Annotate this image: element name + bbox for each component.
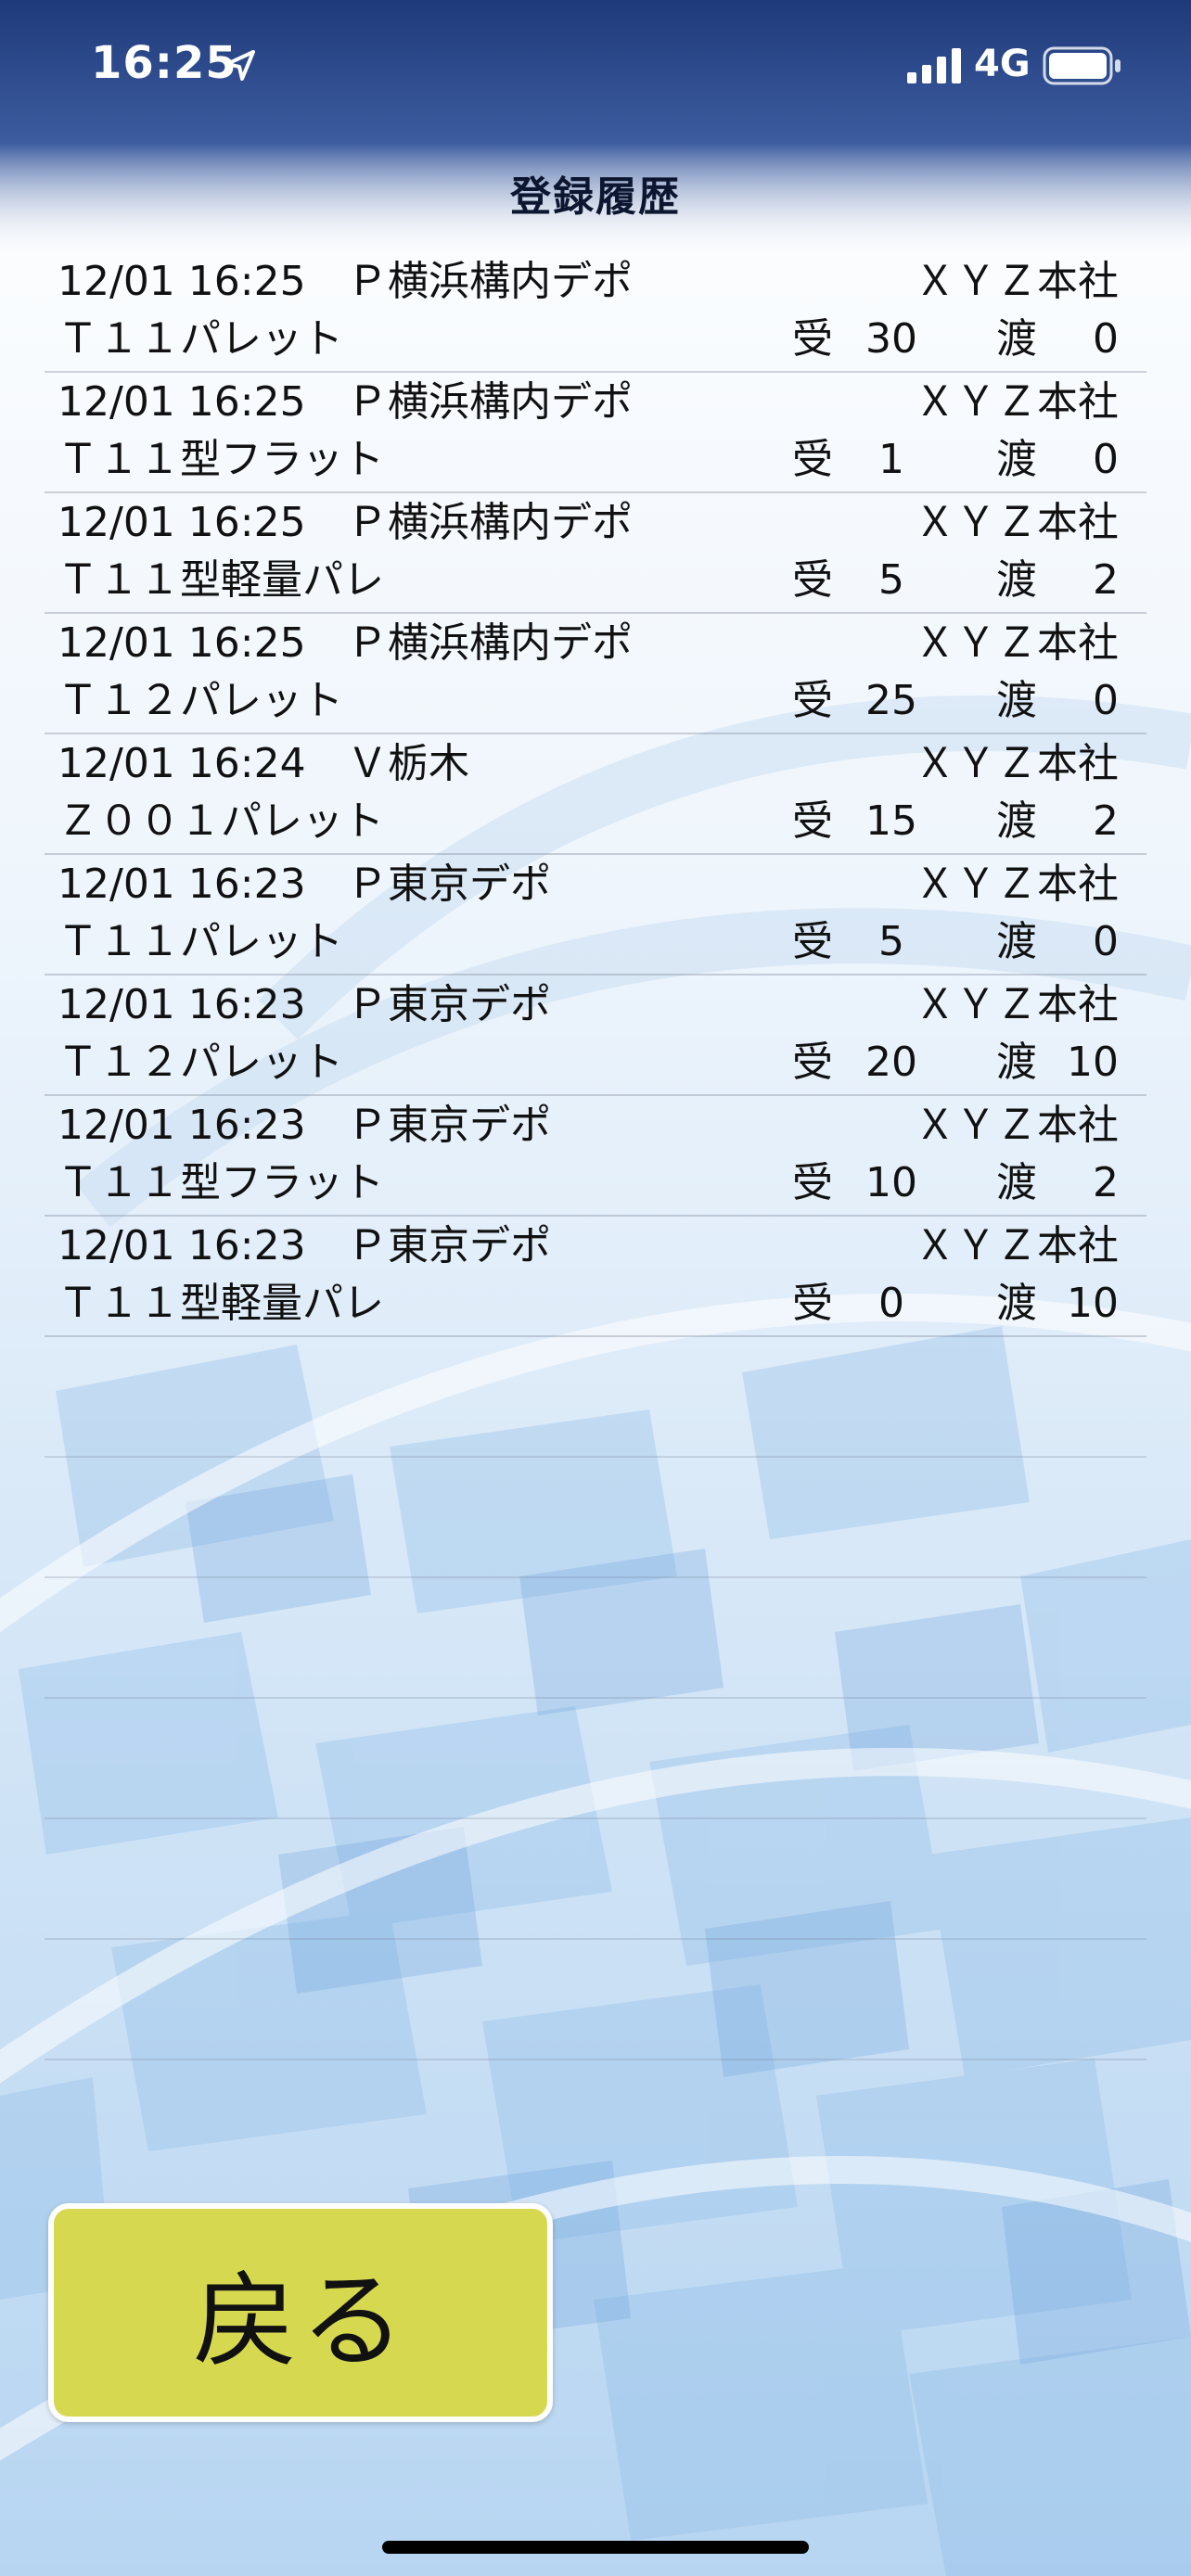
entry-item: Ｔ１１型フラット bbox=[58, 1159, 384, 1206]
entry-destination: ＸＹＺ本社 bbox=[915, 1222, 1119, 1269]
entry-time: 12/01 16:25 bbox=[58, 258, 306, 305]
delivered-quantity: 2 bbox=[1093, 556, 1119, 604]
entry-time: 12/01 16:23 bbox=[58, 1222, 306, 1269]
delivered-quantity: 10 bbox=[1067, 1039, 1119, 1086]
receive-label: 受 bbox=[792, 1039, 833, 1086]
receive-label: 受 bbox=[792, 677, 833, 724]
received-quantity: 30 bbox=[865, 315, 917, 363]
entry-destination: ＸＹＺ本社 bbox=[915, 619, 1119, 667]
entry-time: 12/01 16:23 bbox=[58, 981, 306, 1028]
entry-time: 12/01 16:25 bbox=[58, 378, 306, 426]
received-quantity: 5 bbox=[878, 556, 904, 604]
received-quantity: 1 bbox=[878, 436, 904, 483]
empty-row bbox=[45, 1819, 1146, 1940]
entry-time: 12/01 16:25 bbox=[58, 499, 306, 546]
received-quantity: 25 bbox=[865, 677, 917, 724]
entry-source: Ｖ栃木 bbox=[347, 740, 469, 787]
entry-source: Ｐ横浜構内デポ bbox=[347, 619, 633, 667]
entry-destination: ＸＹＺ本社 bbox=[915, 861, 1119, 908]
status-bar: 16:25 4G bbox=[0, 0, 1191, 139]
receive-label: 受 bbox=[792, 1159, 833, 1206]
entry-item: Ｔ１１型フラット bbox=[58, 436, 384, 483]
delivered-quantity: 0 bbox=[1093, 436, 1119, 483]
entry-source: Ｐ東京デポ bbox=[347, 861, 551, 908]
list-item: 12/01 16:24 Ｖ栃木 ＸＹＺ本社 Ｚ００１パレット 受 15 渡 2 bbox=[45, 734, 1146, 855]
entry-destination: ＸＹＺ本社 bbox=[915, 1102, 1119, 1149]
receive-label: 受 bbox=[792, 1280, 833, 1327]
receive-label: 受 bbox=[792, 436, 833, 483]
received-quantity: 15 bbox=[865, 797, 917, 845]
entry-item: Ｚ００１パレット bbox=[58, 797, 384, 845]
empty-row bbox=[45, 1458, 1146, 1578]
entry-destination: ＸＹＺ本社 bbox=[915, 258, 1119, 305]
entry-time: 12/01 16:23 bbox=[58, 1102, 306, 1149]
entry-destination: ＸＹＺ本社 bbox=[915, 499, 1119, 546]
list-item: 12/01 16:23 Ｐ東京デポ ＸＹＺ本社 Ｔ１２パレット 受 20 渡 1… bbox=[45, 976, 1146, 1096]
entry-source: Ｐ東京デポ bbox=[347, 1102, 551, 1149]
delivered-quantity: 0 bbox=[1093, 677, 1119, 724]
list-item: 12/01 16:25 Ｐ横浜構内デポ ＸＹＺ本社 Ｔ１１パレット 受 30 渡… bbox=[45, 252, 1146, 373]
delivered-quantity: 0 bbox=[1093, 315, 1119, 363]
entry-source: Ｐ横浜構内デポ bbox=[347, 499, 633, 546]
empty-row bbox=[45, 1578, 1146, 1699]
entry-source: Ｐ東京デポ bbox=[347, 981, 551, 1028]
network-label: 4G bbox=[974, 43, 1031, 85]
empty-row bbox=[45, 1337, 1146, 1458]
receive-label: 受 bbox=[792, 556, 833, 604]
location-arrow-icon bbox=[225, 50, 255, 81]
delivered-quantity: 0 bbox=[1093, 918, 1119, 965]
back-button-label: 戻る bbox=[193, 2262, 408, 2382]
received-quantity: 20 bbox=[865, 1039, 917, 1086]
received-quantity: 10 bbox=[865, 1159, 917, 1206]
entry-item: Ｔ１１型軽量パレ bbox=[58, 1280, 384, 1327]
entry-destination: ＸＹＺ本社 bbox=[915, 378, 1119, 426]
delivered-quantity: 2 bbox=[1093, 1159, 1119, 1206]
entry-destination: ＸＹＺ本社 bbox=[915, 740, 1119, 787]
received-quantity: 0 bbox=[878, 1280, 904, 1327]
list-item: 12/01 16:23 Ｐ東京デポ ＸＹＺ本社 Ｔ１１パレット 受 5 渡 0 bbox=[45, 855, 1146, 976]
entry-destination: ＸＹＺ本社 bbox=[915, 981, 1119, 1028]
history-list: 12/01 16:25 Ｐ横浜構内デポ ＸＹＺ本社 Ｔ１１パレット 受 30 渡… bbox=[45, 252, 1146, 2060]
back-button[interactable]: 戻る bbox=[48, 2203, 553, 2422]
entry-item: Ｔ１１パレット bbox=[58, 315, 343, 363]
entry-item: Ｔ１１型軽量パレ bbox=[58, 556, 384, 604]
signal-icon bbox=[907, 48, 961, 83]
receive-label: 受 bbox=[792, 797, 833, 845]
list-item: 12/01 16:25 Ｐ横浜構内デポ ＸＹＺ本社 Ｔ１２パレット 受 25 渡… bbox=[45, 614, 1146, 734]
receive-label: 受 bbox=[792, 315, 833, 363]
list-item: 12/01 16:25 Ｐ横浜構内デポ ＸＹＺ本社 Ｔ１１型フラット 受 1 渡… bbox=[45, 373, 1146, 493]
empty-row bbox=[45, 1940, 1146, 2060]
entry-source: Ｐ横浜構内デポ bbox=[347, 258, 633, 305]
entry-time: 12/01 16:25 bbox=[58, 619, 306, 667]
page-title: 登録履歴 bbox=[510, 173, 681, 221]
delivered-quantity: 2 bbox=[1093, 797, 1119, 845]
entry-item: Ｔ１１パレット bbox=[58, 918, 343, 965]
list-item: 12/01 16:23 Ｐ東京デポ ＸＹＺ本社 Ｔ１１型軽量パレ 受 0 渡 1… bbox=[45, 1217, 1146, 1337]
list-item: 12/01 16:25 Ｐ横浜構内デポ ＸＹＺ本社 Ｔ１１型軽量パレ 受 5 渡… bbox=[45, 493, 1146, 614]
received-quantity: 5 bbox=[878, 918, 904, 965]
empty-row bbox=[45, 1699, 1146, 1819]
receive-label: 受 bbox=[792, 918, 833, 965]
entry-item: Ｔ１２パレット bbox=[58, 1039, 343, 1086]
entry-source: Ｐ横浜構内デポ bbox=[347, 378, 633, 426]
home-indicator[interactable] bbox=[382, 2541, 809, 2554]
status-time: 16:25 bbox=[91, 37, 237, 89]
delivered-quantity: 10 bbox=[1067, 1280, 1119, 1327]
entry-time: 12/01 16:23 bbox=[58, 861, 306, 908]
entry-time: 12/01 16:24 bbox=[58, 740, 306, 787]
list-item: 12/01 16:23 Ｐ東京デポ ＸＹＺ本社 Ｔ１１型フラット 受 10 渡 … bbox=[45, 1096, 1146, 1217]
battery-icon bbox=[1043, 46, 1121, 85]
entry-item: Ｔ１２パレット bbox=[58, 677, 343, 724]
entry-source: Ｐ東京デポ bbox=[347, 1222, 551, 1269]
